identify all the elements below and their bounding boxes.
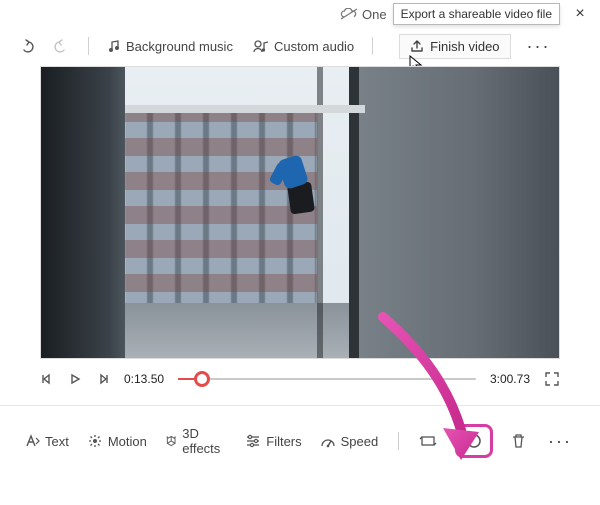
cloud-off-icon: [340, 8, 358, 20]
export-icon: [410, 39, 424, 53]
separator: [372, 37, 373, 55]
close-button[interactable]: ×: [566, 5, 594, 23]
title-bar: One Export a shareable video file ×: [0, 0, 600, 28]
play-button[interactable]: [68, 372, 82, 386]
undo-icon: [18, 38, 34, 54]
previous-frame-button[interactable]: [40, 372, 54, 386]
redo-button[interactable]: [50, 34, 74, 58]
speed-icon: [320, 434, 336, 448]
music-note-icon: [107, 39, 121, 53]
finish-video-tooltip: Export a shareable video file: [393, 3, 560, 25]
next-frame-icon: [96, 372, 110, 386]
separator: [88, 37, 89, 55]
3d-effects-button[interactable]: 3D effects: [165, 426, 227, 456]
custom-audio-label: Custom audio: [274, 39, 354, 54]
seek-bar[interactable]: [178, 369, 476, 389]
motion-button[interactable]: Motion: [87, 433, 147, 449]
rotate-icon: [464, 431, 484, 451]
playback-controls: 0:13.50 3:00.73: [0, 359, 600, 397]
onedrive-status: One: [340, 7, 387, 22]
motion-label: Motion: [108, 434, 147, 449]
crop-button[interactable]: [419, 434, 437, 448]
custom-audio-button[interactable]: Custom audio: [249, 35, 358, 58]
separator: [398, 432, 399, 450]
toolbar-more-button[interactable]: ···: [523, 36, 555, 57]
filters-label: Filters: [266, 434, 301, 449]
filters-button[interactable]: Filters: [245, 434, 301, 449]
speed-label: Speed: [341, 434, 379, 449]
finish-video-label: Finish video: [430, 39, 499, 54]
play-icon: [68, 372, 82, 386]
trash-icon: [511, 433, 526, 449]
motion-icon: [87, 433, 103, 449]
redo-icon: [54, 38, 70, 54]
background-music-button[interactable]: Background music: [103, 35, 237, 58]
filters-icon: [245, 434, 261, 448]
top-toolbar: Background music Custom audio Finish vid…: [0, 28, 600, 64]
3d-effects-label: 3D effects: [182, 426, 227, 456]
prev-frame-icon: [40, 372, 54, 386]
text-icon: [24, 434, 40, 448]
bottom-toolbar: Text Motion 3D effects Filters Speed ···: [0, 406, 600, 458]
delete-button[interactable]: [511, 433, 526, 449]
text-label: Text: [45, 434, 69, 449]
total-time: 3:00.73: [490, 372, 530, 386]
bottom-more-button[interactable]: ···: [544, 431, 576, 452]
fullscreen-icon: [544, 371, 560, 387]
finish-video-button[interactable]: Finish video: [399, 34, 510, 59]
undo-button[interactable]: [14, 34, 38, 58]
speed-button[interactable]: Speed: [320, 434, 379, 449]
video-stage-wrap: [0, 64, 600, 359]
crop-icon: [419, 434, 437, 448]
seek-handle[interactable]: [194, 371, 210, 387]
3d-effects-icon: [165, 433, 177, 449]
text-button[interactable]: Text: [24, 434, 69, 449]
video-preview[interactable]: [40, 66, 560, 359]
rotate-button[interactable]: [455, 424, 493, 458]
fullscreen-button[interactable]: [544, 371, 560, 387]
onedrive-label: One: [362, 7, 387, 22]
custom-audio-icon: [253, 39, 269, 53]
background-music-label: Background music: [126, 39, 233, 54]
current-time: 0:13.50: [124, 372, 164, 386]
next-frame-button[interactable]: [96, 372, 110, 386]
